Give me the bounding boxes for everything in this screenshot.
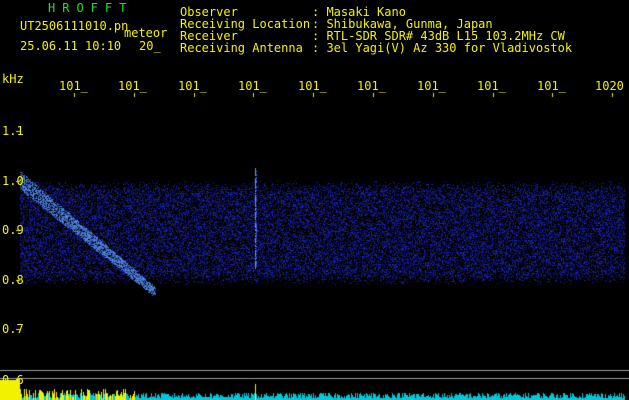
observation-type: meteor: [124, 26, 168, 40]
freq-tick: 0.7: [2, 322, 24, 336]
time-tick: 101_: [357, 79, 386, 93]
app-logo: HROFFT: [48, 1, 134, 15]
time-tick: 101_: [477, 79, 506, 93]
freq-tick: 1.0: [2, 174, 24, 188]
time-tick: 101_: [59, 79, 88, 93]
freq-tick: 1.1: [2, 124, 24, 138]
freq-tick: 0.8: [2, 273, 24, 287]
hrofft-screen: HROFFT UT2506111010.pn meteor 25.06.11 1…: [0, 0, 629, 400]
time-tick: 101_: [417, 79, 446, 93]
time-tick: 101_: [118, 79, 147, 93]
antenna-value: : 3el Yagi(V) Az 330 for Vladivostok: [312, 41, 573, 55]
antenna-label: Receiving Antenna: [180, 41, 303, 55]
time-tick: 101_: [238, 79, 267, 93]
freq-tick: 0.6: [2, 373, 24, 387]
frequency-unit: kHz: [2, 72, 24, 86]
filename: UT2506111010.pn: [20, 19, 129, 33]
time-tick: 101_: [178, 79, 207, 93]
spectrogram-canvas: [0, 0, 629, 400]
observation-datetime: 25.06.11 10:10: [20, 39, 122, 53]
time-tick: 1020: [595, 79, 624, 93]
freq-tick: 0.9: [2, 223, 24, 237]
time-tick: 101_: [537, 79, 566, 93]
observation-duration: 20_: [139, 39, 161, 53]
time-tick: 101_: [298, 79, 327, 93]
